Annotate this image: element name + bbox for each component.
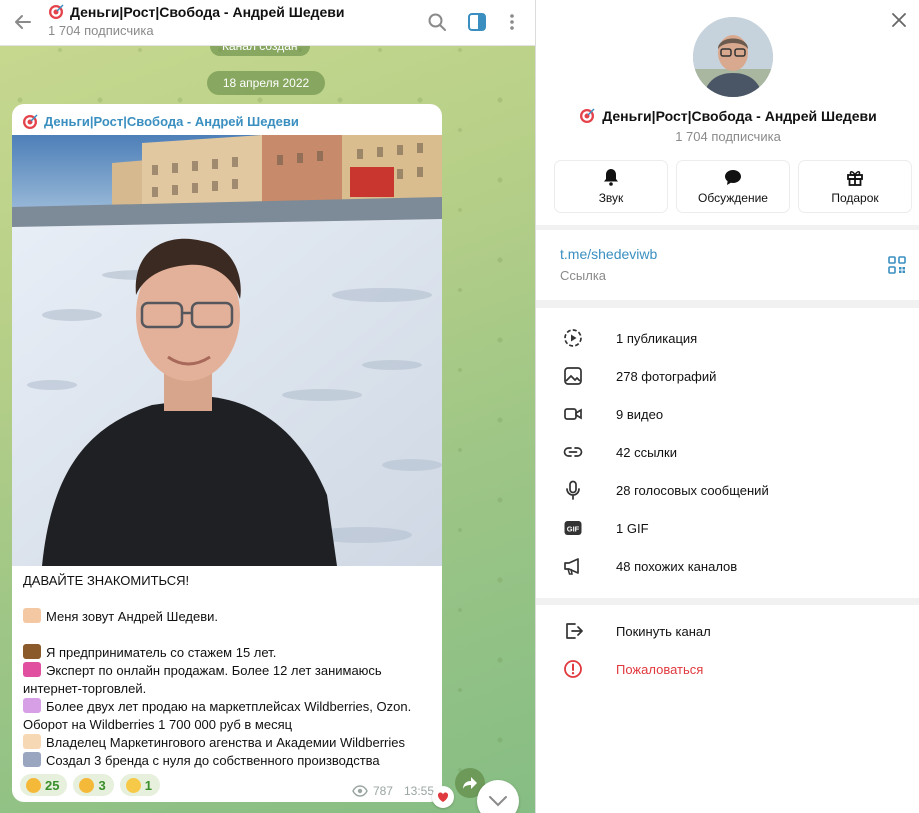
- close-icon: [892, 13, 906, 27]
- shopping-bag-icon: [23, 698, 41, 713]
- channel-subscribers: 1 704 подписчика: [675, 129, 781, 144]
- media-row-links[interactable]: 42 ссылки: [536, 433, 919, 471]
- qr-code-icon: [888, 256, 906, 274]
- clapping-hands-icon: [79, 777, 95, 793]
- sound-button[interactable]: Звук: [555, 161, 667, 212]
- thumbs-up-icon: [26, 777, 41, 793]
- channel-link-label: Ссылка: [560, 268, 607, 283]
- raising-hands-icon: [23, 734, 41, 749]
- reaction-grinning[interactable]: 1: [119, 774, 160, 796]
- sidebar-toggle-icon: [468, 13, 486, 31]
- reactions-bar: 25 3 1: [20, 774, 160, 796]
- leave-channel-button[interactable]: Покинуть канал: [536, 612, 919, 650]
- media-row-similar[interactable]: 48 похожих каналов: [536, 547, 919, 585]
- channel-profile-section: Деньги|Рост|Свобода - Андрей Шедеви 1 70…: [536, 0, 919, 225]
- media-row-videos[interactable]: 9 видео: [536, 395, 919, 433]
- channel-actions-section: Покинуть канал Пожаловаться: [536, 605, 919, 813]
- stories-icon: [562, 327, 584, 349]
- link-icon: [562, 441, 584, 463]
- chevron-down-icon: [489, 796, 507, 807]
- reaction-clapping[interactable]: 3: [73, 774, 114, 796]
- warning-circle-icon: [562, 658, 584, 680]
- chat-title[interactable]: Деньги|Рост|Свобода - Андрей Шедеви: [48, 3, 345, 20]
- back-arrow-icon: [15, 15, 31, 29]
- post-line: Меня зовут Андрей Шедеви.: [23, 608, 435, 626]
- media-row-gif[interactable]: GIF 1 GIF: [536, 509, 919, 547]
- chat-subscribers: 1 704 подписчика: [48, 23, 154, 38]
- message-meta: 787 13:55: [352, 784, 434, 798]
- channel-title-text: Деньги|Рост|Свобода - Андрей Шедеви: [602, 107, 877, 124]
- chat-header: Деньги|Рост|Свобода - Андрей Шедеви 1 70…: [0, 0, 535, 46]
- media-row-posts[interactable]: 1 публикация: [536, 319, 919, 357]
- shared-media-section: 1 публикация 278 фотографий 9 видео 42 с…: [536, 308, 919, 598]
- search-button[interactable]: [424, 9, 450, 35]
- target-icon: [23, 114, 38, 129]
- avatar-image: [693, 17, 773, 97]
- photo-image: [12, 135, 442, 566]
- forward-icon: [463, 777, 477, 789]
- more-vertical-icon: [510, 14, 514, 30]
- channel-link-section: t.me/shedeviwb Ссылка: [536, 230, 919, 300]
- discussion-button[interactable]: Обсуждение: [677, 161, 789, 212]
- post-line: Создал 3 бренда с нуля до собственного п…: [23, 752, 435, 770]
- message-author[interactable]: Деньги|Рост|Свобода - Андрей Шедеви: [22, 113, 299, 130]
- post-line-continued: Оборот на Wildberries 1 700 000 руб в ме…: [23, 717, 293, 732]
- heart-icon: [437, 791, 449, 802]
- post-line: Я предприниматель со стажем 15 лет.: [23, 644, 435, 662]
- target-icon: [580, 108, 595, 123]
- message-bubble[interactable]: Деньги|Рост|Свобода - Андрей Шедеви ДАВА…: [12, 104, 442, 802]
- sidebar-toggle-button[interactable]: [464, 9, 490, 35]
- megaphone-icon: [562, 555, 584, 577]
- date-separator: 18 апреля 2022: [207, 71, 325, 95]
- rocket-icon: [23, 752, 41, 767]
- post-photo[interactable]: [12, 135, 442, 566]
- search-icon: [428, 13, 446, 31]
- post-heading: ДАВАЙТЕ ЗНАКОМИТЬСЯ!: [23, 573, 190, 588]
- gift-button[interactable]: Подарок: [799, 161, 911, 212]
- channel-info-panel: Деньги|Рост|Свобода - Андрей Шедеви 1 70…: [535, 0, 919, 813]
- media-row-photos[interactable]: 278 фотографий: [536, 357, 919, 395]
- post-line: Эксперт по онлайн продажам. Более 12 лет…: [23, 662, 435, 680]
- channel-link[interactable]: t.me/shedeviwb: [560, 246, 657, 262]
- shopping-bags-icon: [23, 662, 41, 677]
- gif-icon: GIF: [562, 517, 584, 539]
- svg-text:GIF: GIF: [567, 525, 580, 534]
- more-button[interactable]: [499, 9, 525, 35]
- waving-hand-icon: [23, 608, 41, 623]
- close-panel-button[interactable]: [887, 8, 911, 32]
- message-time: 13:55: [403, 784, 434, 798]
- post-line: Владелец Маркетингового агенства и Акаде…: [23, 734, 435, 752]
- gift-icon: [847, 171, 863, 186]
- chat-title-text: Деньги|Рост|Свобода - Андрей Шедеви: [70, 3, 345, 20]
- views-count: 787: [372, 784, 393, 798]
- chat-bubble-icon: [725, 170, 741, 185]
- post-text: ДАВАЙТЕ ЗНАКОМИТЬСЯ! Меня зовут Андрей Ш…: [23, 572, 435, 770]
- eye-icon: [352, 785, 368, 797]
- message-author-name: Деньги|Рост|Свобода - Андрей Шедеви: [44, 114, 299, 129]
- channel-avatar[interactable]: [693, 17, 773, 97]
- post-line: Более двух лет продаю на маркетплейсах W…: [23, 698, 435, 716]
- microphone-icon: [562, 479, 584, 501]
- briefcase-icon: [23, 644, 41, 659]
- channel-title: Деньги|Рост|Свобода - Андрей Шедеви: [536, 107, 919, 124]
- chat-area: Деньги|Рост|Свобода - Андрей Шедеви 1 70…: [0, 0, 535, 813]
- media-row-voice[interactable]: 28 голосовых сообщений: [536, 471, 919, 509]
- heart-reaction[interactable]: [432, 786, 454, 808]
- video-icon: [562, 403, 584, 425]
- leave-icon: [562, 620, 584, 642]
- post-line-continued: интернет-торговлей.: [23, 681, 147, 696]
- bell-icon: [604, 169, 618, 186]
- grinning-face-icon: [125, 777, 141, 793]
- back-button[interactable]: [10, 9, 36, 35]
- target-icon: [49, 4, 64, 19]
- photo-icon: [562, 365, 584, 387]
- reaction-thumbs-up[interactable]: 25: [20, 774, 68, 796]
- report-button[interactable]: Пожаловаться: [536, 650, 919, 688]
- qr-code-button[interactable]: [888, 256, 906, 274]
